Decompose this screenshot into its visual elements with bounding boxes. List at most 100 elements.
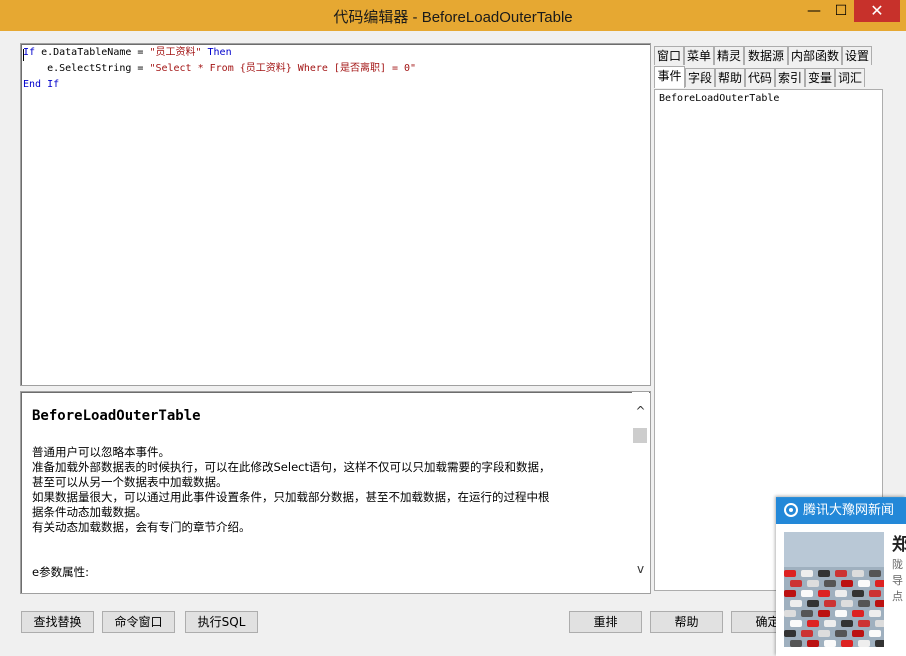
tab-row1[interactable]: 精灵 bbox=[714, 46, 744, 65]
photo-car bbox=[869, 570, 881, 577]
photo-car bbox=[858, 620, 870, 627]
photo-car bbox=[824, 620, 836, 627]
photo-car bbox=[875, 580, 884, 587]
photo-car bbox=[852, 570, 864, 577]
popup-headline[interactable]: 郑 bbox=[892, 530, 906, 555]
photo-car bbox=[790, 620, 802, 627]
photo-car bbox=[818, 570, 830, 577]
help-text-line: 准备加载外部数据表的时候执行，可以在此修改Select语句，这样不仅可以只加载需… bbox=[32, 460, 551, 474]
photo-car bbox=[835, 590, 847, 597]
news-popup[interactable]: 腾讯大豫网新闻 郑 陇 导 点 bbox=[776, 497, 906, 656]
help-text-line: 据条件动态加载数据。 bbox=[32, 505, 147, 519]
help-text-line: 有关动态加载数据，会有专门的章节介绍。 bbox=[32, 520, 251, 534]
scroll-thumb[interactable] bbox=[633, 428, 647, 443]
photo-car bbox=[784, 610, 796, 617]
photo-car bbox=[835, 570, 847, 577]
photo-car bbox=[807, 620, 819, 627]
popup-header: 腾讯大豫网新闻 bbox=[776, 498, 906, 524]
photo-car bbox=[852, 610, 864, 617]
help-panel: BeforeLoadOuterTable ^ v 普通用户可以忽略本事件。 准备加… bbox=[20, 391, 651, 594]
help-text-line: 甚至可以从另一个数据表中加载数据。 bbox=[32, 475, 228, 489]
exec-sql-button[interactable]: 执行SQL bbox=[185, 611, 258, 633]
photo-car bbox=[818, 590, 830, 597]
tab-row2[interactable]: 变量 bbox=[805, 68, 835, 87]
photo-car bbox=[869, 590, 881, 597]
scroll-down-arrow-icon[interactable]: v bbox=[632, 562, 649, 576]
photo-car bbox=[824, 580, 836, 587]
scroll-up-arrow-icon[interactable]: ^ bbox=[632, 404, 649, 418]
code-line[interactable]: End If bbox=[23, 77, 59, 93]
popup-snippet-1: 陇 bbox=[892, 558, 903, 571]
photo-car bbox=[875, 600, 884, 607]
photo-car bbox=[852, 590, 864, 597]
code-keyword: Then bbox=[201, 47, 232, 58]
code-editor[interactable]: If e.DataTableName = "员工资料" Then e.Selec… bbox=[20, 43, 651, 386]
tab-row2[interactable]: 词汇 bbox=[835, 68, 865, 87]
photo-car bbox=[807, 580, 819, 587]
news-logo-icon bbox=[784, 503, 798, 517]
tab-row2[interactable]: 字段 bbox=[685, 68, 715, 87]
photo-car bbox=[784, 630, 796, 637]
photo-car bbox=[841, 600, 853, 607]
tab-row1[interactable]: 窗口 bbox=[654, 46, 684, 65]
photo-car bbox=[858, 600, 870, 607]
photo-car bbox=[801, 630, 813, 637]
tab-row2[interactable]: 代码 bbox=[745, 68, 775, 87]
photo-car bbox=[858, 640, 870, 647]
photo-car bbox=[818, 610, 830, 617]
code-keyword: End If bbox=[23, 79, 60, 90]
code-line[interactable]: If e.DataTableName = "员工资料" Then bbox=[23, 45, 232, 61]
photo-car bbox=[807, 640, 819, 647]
photo-car bbox=[818, 630, 830, 637]
help-text-line: 普通用户可以忽略本事件。 bbox=[32, 445, 170, 459]
code-text: e.SelectString = bbox=[23, 63, 150, 74]
maximize-button[interactable]: ☐ bbox=[828, 0, 854, 22]
code-text: e.DataTableName = bbox=[35, 47, 150, 58]
photo-car bbox=[835, 630, 847, 637]
photo-car bbox=[824, 640, 836, 647]
photo-car bbox=[790, 640, 802, 647]
photo-car bbox=[801, 590, 813, 597]
photo-car bbox=[852, 630, 864, 637]
photo-car bbox=[841, 640, 853, 647]
help-text-line: 如果数据量很大，可以通过用此事件设置条件，只加载部分数据，甚至不加载数据，在运行… bbox=[32, 490, 550, 504]
popup-snippet-3: 点 bbox=[892, 590, 903, 603]
tab-row2[interactable]: 事件 bbox=[654, 66, 685, 88]
tab-row1[interactable]: 内部函数 bbox=[788, 46, 842, 65]
photo-car bbox=[875, 640, 884, 647]
photo-car bbox=[869, 630, 881, 637]
photo-car bbox=[875, 620, 884, 627]
minimize-button[interactable]: — bbox=[800, 0, 828, 22]
tab-row1[interactable]: 设置 bbox=[842, 46, 872, 65]
photo-car bbox=[841, 620, 853, 627]
photo-car bbox=[784, 590, 796, 597]
event-list-item[interactable]: BeforeLoadOuterTable bbox=[659, 93, 779, 104]
code-keyword: If bbox=[23, 47, 36, 58]
help-text-line: e参数属性: bbox=[32, 565, 89, 579]
photo-car bbox=[790, 600, 802, 607]
photo-car bbox=[841, 580, 853, 587]
photo-sky bbox=[784, 532, 884, 567]
tab-row1[interactable]: 数据源 bbox=[744, 46, 788, 65]
photo-car bbox=[784, 570, 796, 577]
window-title: 代码编辑器 - BeforeLoadOuterTable bbox=[333, 9, 573, 26]
popup-brand: 腾讯大豫网新闻 bbox=[803, 503, 895, 518]
rearrange-button[interactable]: 重排 bbox=[569, 611, 642, 633]
command-window-button[interactable]: 命令窗口 bbox=[102, 611, 175, 633]
help-button[interactable]: 帮助 bbox=[650, 611, 723, 633]
help-title: BeforeLoadOuterTable bbox=[32, 408, 201, 424]
code-line[interactable]: e.SelectString = "Select * From {员工资料} W… bbox=[23, 61, 416, 77]
find-replace-button[interactable]: 查找替换 bbox=[21, 611, 94, 633]
close-button[interactable]: ✕ bbox=[854, 0, 900, 22]
tab-row2[interactable]: 帮助 bbox=[715, 68, 745, 87]
photo-car bbox=[801, 610, 813, 617]
tab-row1[interactable]: 菜单 bbox=[684, 46, 714, 65]
photo-car bbox=[869, 610, 881, 617]
title-bar: 代码编辑器 - BeforeLoadOuterTable — ☐ ✕ bbox=[0, 0, 906, 31]
photo-car bbox=[858, 580, 870, 587]
photo-car bbox=[824, 600, 836, 607]
traffic-photo[interactable] bbox=[784, 532, 884, 647]
tab-row2[interactable]: 索引 bbox=[775, 68, 805, 87]
photo-car bbox=[790, 580, 802, 587]
help-scrollbar[interactable]: ^ v bbox=[632, 392, 649, 593]
